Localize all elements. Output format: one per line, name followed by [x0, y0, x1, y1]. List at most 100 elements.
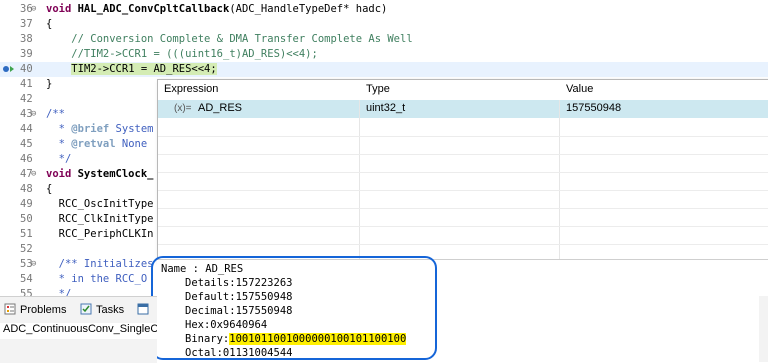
status-line: ADC_ContinuousConv_SingleC [0, 323, 157, 339]
line-number: 46 [20, 153, 33, 165]
code-token: None [115, 138, 148, 150]
code-text: * @brief System [46, 122, 154, 137]
line-number: 41 [20, 78, 33, 90]
details-name: Name : AD_RES [161, 263, 244, 275]
tab-console-icon[interactable] [137, 303, 153, 319]
empty-row [158, 136, 768, 155]
code-token: //TIM2->CCR1 = (((uint16_t)AD_RES)<<4); [46, 48, 318, 60]
tab-label: Problems [20, 304, 67, 316]
code-line[interactable]: 39 //TIM2->CCR1 = (((uint16_t)AD_RES)<<4… [0, 47, 768, 62]
empty-row [158, 208, 768, 227]
code-text: { [46, 17, 52, 32]
code-token: TIM2->CCR1 = AD_RES<<4; [71, 63, 217, 75]
code-line[interactable]: 37 { [0, 17, 768, 32]
expression-details-pane[interactable]: Name : AD_RES Details:157223263 Default:… [157, 259, 768, 363]
line-number: 42 [20, 93, 33, 105]
console-icon [137, 303, 149, 315]
code-token: RCC_ClkInitType [46, 213, 154, 225]
code-token: /** Initializes [46, 258, 154, 270]
code-text: RCC_PeriphCLKIn [46, 227, 154, 242]
code-text: TIM2->CCR1 = AD_RES<<4; [46, 62, 217, 77]
code-text: //TIM2->CCR1 = (((uint16_t)AD_RES)<<4); [46, 47, 318, 62]
code-text: // Conversion Complete & DMA Transfer Co… [46, 32, 412, 47]
bottom-panel: Problems Tasks ADC_ContinuousConv_Single… [0, 296, 157, 363]
code-token: (ADC_HandleTypeDef* hadc) [229, 3, 388, 15]
empty-row [158, 190, 768, 209]
fold-toggle-icon[interactable]: ⊖ [31, 107, 36, 122]
expression-name: AD_RES [198, 102, 243, 114]
code-token: RCC_PeriphCLKIn [46, 228, 154, 240]
line-number: 54 [20, 273, 33, 285]
line-number: 51 [20, 228, 33, 240]
line-number: 38 [20, 33, 33, 45]
details-octal: Octal:01131004544 [185, 347, 293, 359]
details-hex: Hex:0x9640964 [185, 319, 268, 331]
code-text: void HAL_ADC_ConvCpltCallback(ADC_Handle… [46, 2, 387, 17]
code-text: { [46, 182, 52, 197]
code-text: /** [46, 107, 65, 122]
empty-row [158, 154, 768, 173]
code-token: { [46, 183, 53, 195]
empty-row [158, 226, 768, 245]
code-token: RCC_OscInitType [46, 198, 154, 210]
line-number: 40 [20, 63, 33, 75]
line-number: 37 [20, 18, 33, 30]
code-token: SystemClock_ [77, 168, 154, 180]
line-number: 52 [20, 243, 33, 255]
line-number: 39 [20, 48, 33, 60]
code-token: void [46, 168, 78, 180]
code-line[interactable]: 40 TIM2->CCR1 = AD_RES<<4; [0, 62, 768, 77]
tab-problems[interactable]: Problems [4, 303, 66, 319]
code-text: RCC_ClkInitType [46, 212, 154, 227]
details-default: Default:157550948 [185, 291, 293, 303]
code-text: void SystemClock_ [46, 167, 153, 182]
code-token: */ [46, 153, 72, 165]
details-binary: Binary:1001011001000000100101100100 [185, 332, 407, 346]
fold-toggle-icon[interactable]: ⊖ [31, 167, 36, 182]
code-text: * in the RCC_O [46, 272, 148, 287]
right-panel-edge [759, 296, 768, 362]
code-token: /** [46, 108, 65, 120]
code-token: void [46, 3, 78, 15]
code-token: * in the RCC_O [46, 273, 148, 285]
code-token: { [46, 18, 53, 30]
empty-row [158, 172, 768, 191]
header-expression[interactable]: Expression [164, 83, 218, 95]
line-number: 44 [20, 123, 33, 135]
empty-row [158, 118, 768, 137]
line-number: 50 [20, 213, 33, 225]
code-text: */ [46, 152, 72, 167]
code-token: HAL_ADC_ConvCpltCallback [77, 3, 230, 15]
tab-tasks[interactable]: Tasks [80, 303, 124, 319]
details-decimal: Decimal:157550948 [185, 305, 293, 317]
binary-label: Binary: [185, 333, 230, 345]
code-line[interactable]: 38 // Conversion Complete & DMA Transfer… [0, 32, 768, 47]
line-number: 48 [20, 183, 33, 195]
breakpoint-marker-icon[interactable] [2, 63, 16, 75]
code-text: /** Initializes [46, 257, 154, 272]
header-type[interactable]: Type [366, 83, 390, 95]
binary-value: Binary:1001011001000000100101100100 [185, 333, 407, 345]
binary-digits: 1001011001000000100101100100 [229, 333, 407, 345]
tab-label: Tasks [96, 304, 125, 316]
fold-toggle-icon[interactable]: ⊖ [31, 257, 36, 272]
header-value[interactable]: Value [566, 83, 593, 95]
code-text: } [46, 77, 52, 92]
details-details: Details:157223263 [185, 277, 293, 289]
expression-value: 157550948 [566, 102, 622, 114]
problems-icon [4, 303, 16, 315]
variable-icon: (x)= [174, 103, 192, 114]
code-text: RCC_OscInitType [46, 197, 154, 212]
line-number: 49 [20, 198, 33, 210]
expression-row[interactable]: (x)= AD_RES uint32_t 157550948 [158, 100, 768, 118]
code-token: } [46, 78, 53, 90]
expression-type: uint32_t [366, 102, 406, 114]
code-token: @retval [71, 138, 116, 150]
code-line[interactable]: 36 ⊖ void HAL_ADC_ConvCpltCallback(ADC_Han… [0, 2, 768, 17]
code-token: * [46, 138, 72, 150]
expression-hover-panel: Expression Type Value (x)= AD_RES uint32… [157, 79, 768, 262]
expression-table-header: Expression Type Value [158, 80, 768, 101]
fold-toggle-icon[interactable]: ⊖ [31, 2, 36, 17]
code-token: @brief [71, 123, 110, 135]
